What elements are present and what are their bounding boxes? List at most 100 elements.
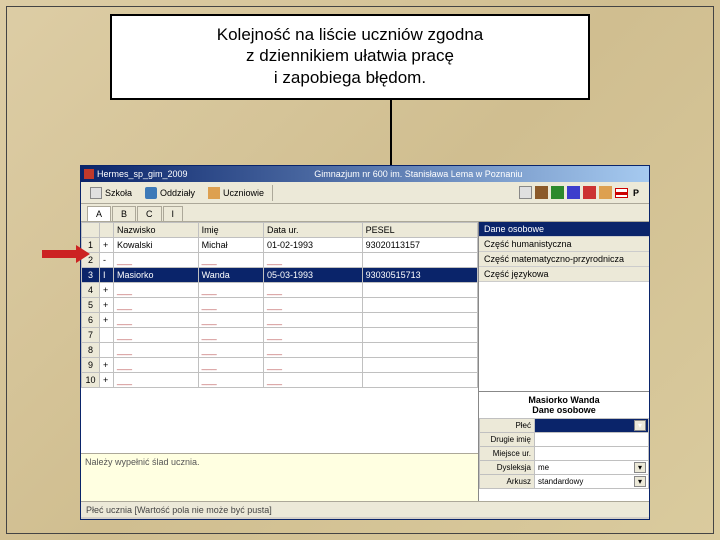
cell-surname: ___ (114, 313, 199, 328)
col-name[interactable]: Imię (198, 223, 263, 238)
cell-surname: ___ (114, 298, 199, 313)
cell-dob: ___ (264, 358, 363, 373)
toolbar-classes-label: Oddziały (160, 188, 195, 198)
cell-name: ___ (198, 298, 263, 313)
side-tab-personal[interactable]: Dane osobowe (479, 222, 649, 237)
cell-dob: 05-03-1993 (264, 268, 363, 283)
tool-icon-2[interactable] (535, 186, 548, 199)
side-tab-lang[interactable]: Część językowa (479, 267, 649, 282)
cell-mark (100, 328, 114, 343)
cell-pesel (362, 253, 477, 268)
side-tab-math[interactable]: Część matematyczno-przyrodnicza (479, 252, 649, 267)
cell-name: ___ (198, 373, 263, 388)
save-icon[interactable] (567, 186, 580, 199)
detail-value[interactable] (535, 433, 649, 447)
cell-num: 4 (82, 283, 100, 298)
col-mark (100, 223, 114, 238)
table-row[interactable]: 4+_________ (82, 283, 478, 298)
cell-mark: + (100, 373, 114, 388)
flag-icon[interactable] (615, 188, 628, 198)
cell-num: 8 (82, 343, 100, 358)
students-icon (208, 187, 220, 199)
callout-line3: i zapobiega błędom. (128, 67, 572, 88)
callout-box: Kolejność na liście uczniów zgodna z dzi… (110, 14, 590, 100)
detail-label: Drugie imię (480, 433, 535, 447)
cell-mark: + (100, 238, 114, 253)
detail-panel: Masiorko Wanda Dane osobowe PłećDrugie i… (479, 391, 649, 501)
detail-value[interactable] (535, 419, 649, 433)
side-tab-humanistic[interactable]: Część humanistyczna (479, 237, 649, 252)
cell-surname: Kowalski (114, 238, 199, 253)
detail-row: Drugie imię (480, 433, 649, 447)
cell-pesel (362, 283, 477, 298)
cell-pesel: 93030515713 (362, 268, 477, 283)
cell-pesel (362, 328, 477, 343)
toolbar-separator (272, 185, 273, 201)
table-row[interactable]: 9+_________ (82, 358, 478, 373)
detail-value[interactable] (535, 447, 649, 461)
title-app: Hermes_sp_gim_2009 (97, 169, 188, 179)
students-grid[interactable]: Nazwisko Imię Data ur. PESEL 1+KowalskiM… (81, 222, 478, 453)
callout-line1: Kolejność na liście uczniów zgodna (128, 24, 572, 45)
toolbar-schools[interactable]: Szkoła (85, 185, 137, 201)
callout-line2: z dziennikiem ułatwia pracę (128, 45, 572, 66)
tool-icon-5[interactable] (583, 186, 596, 199)
title-school: Gimnazjum nr 600 im. Stanisława Lema w P… (314, 169, 522, 179)
table-row[interactable]: 6+_________ (82, 313, 478, 328)
red-arrow-indicator (42, 245, 90, 263)
toolbar-flag-label: P (633, 188, 639, 198)
table-row[interactable]: 8_________ (82, 343, 478, 358)
detail-label: Arkusz (480, 475, 535, 489)
table-row[interactable]: 10+_________ (82, 373, 478, 388)
cell-mark (100, 343, 114, 358)
tab-a[interactable]: A (87, 206, 111, 221)
cell-dob: ___ (264, 283, 363, 298)
detail-section-title: Dane osobowe (479, 405, 649, 415)
cell-pesel (362, 373, 477, 388)
detail-row: Płeć (480, 419, 649, 433)
toolbar-students[interactable]: Uczniowie (203, 185, 269, 201)
col-pesel[interactable]: PESEL (362, 223, 477, 238)
cell-mark: - (100, 253, 114, 268)
tool-icon-1[interactable] (519, 186, 532, 199)
cell-num: 3 (82, 268, 100, 283)
toolbar-classes[interactable]: Oddziały (140, 185, 200, 201)
tool-icon-3[interactable] (551, 186, 564, 199)
cell-pesel (362, 343, 477, 358)
col-dob[interactable]: Data ur. (264, 223, 363, 238)
detail-label: Płeć (480, 419, 535, 433)
toolbar: Szkoła Oddziały Uczniowie P (81, 182, 649, 204)
cell-surname: ___ (114, 358, 199, 373)
cell-num: 10 (82, 373, 100, 388)
table-row[interactable]: 7_________ (82, 328, 478, 343)
status-bar: Płeć ucznia [Wartość pola nie może być p… (81, 501, 649, 517)
table-row[interactable]: 2-_________ (82, 253, 478, 268)
detail-value[interactable]: me (535, 461, 649, 475)
detail-label: Dysleksja (480, 461, 535, 475)
cell-mark: + (100, 283, 114, 298)
tab-c[interactable]: C (137, 206, 162, 221)
cell-name: ___ (198, 253, 263, 268)
cell-name: ___ (198, 358, 263, 373)
status-text: Płeć ucznia [Wartość pola nie może być p… (86, 505, 272, 515)
cell-surname: ___ (114, 253, 199, 268)
classes-icon (145, 187, 157, 199)
tool-icon-6[interactable] (599, 186, 612, 199)
cell-mark: + (100, 358, 114, 373)
cell-pesel (362, 298, 477, 313)
cell-mark: + (100, 298, 114, 313)
cell-dob: ___ (264, 343, 363, 358)
cell-dob: ___ (264, 298, 363, 313)
col-surname[interactable]: Nazwisko (114, 223, 199, 238)
cell-num: 9 (82, 358, 100, 373)
cell-surname: ___ (114, 343, 199, 358)
tab-i[interactable]: I (163, 206, 184, 221)
table-row[interactable]: 3IMasiorkoWanda05-03-199393030515713 (82, 268, 478, 283)
tab-b[interactable]: B (112, 206, 136, 221)
cell-pesel (362, 313, 477, 328)
table-row[interactable]: 1+KowalskiMichał01-02-199393020113157 (82, 238, 478, 253)
cell-name: ___ (198, 343, 263, 358)
detail-value[interactable]: standardowy (535, 475, 649, 489)
table-row[interactable]: 5+_________ (82, 298, 478, 313)
cell-dob: ___ (264, 253, 363, 268)
